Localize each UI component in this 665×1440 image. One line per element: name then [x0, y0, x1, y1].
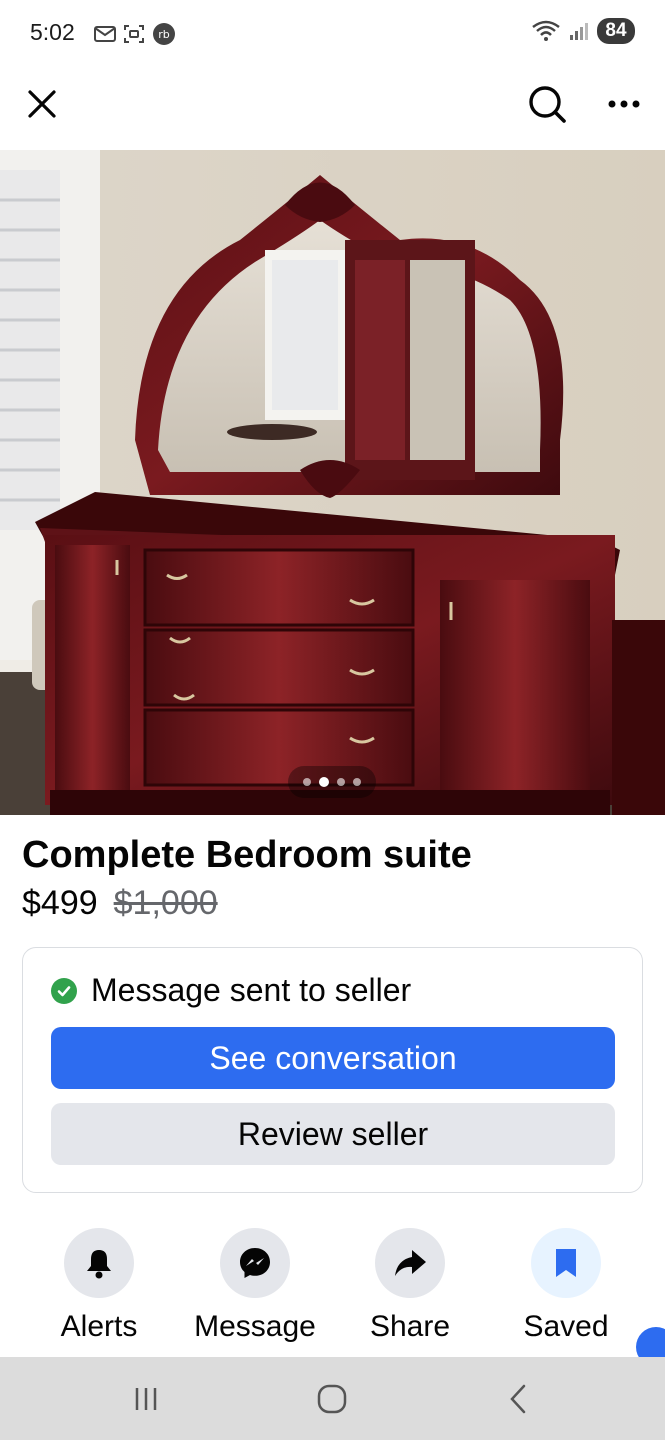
screenshot-icon: [124, 25, 144, 43]
svg-text:rb: rb: [158, 28, 170, 41]
share-icon: [395, 1250, 426, 1276]
home-icon: [317, 1384, 347, 1414]
photo-pagination[interactable]: [288, 766, 376, 798]
message-icon-button[interactable]: [220, 1228, 290, 1298]
share-label: Share: [369, 1310, 451, 1343]
status-notification-icons: rb: [94, 22, 176, 46]
price-row: $499 $1,000: [22, 884, 218, 923]
alerts-action[interactable]: Alerts: [29, 1228, 169, 1344]
search-icon: [529, 86, 566, 123]
signal-icon: [570, 23, 588, 40]
close-icon: [28, 90, 56, 118]
saved-action[interactable]: Saved: [496, 1228, 636, 1344]
back-button[interactable]: [488, 1377, 548, 1421]
more-options-button[interactable]: [600, 80, 648, 128]
listing-title: Complete Bedroom suite: [22, 834, 472, 876]
bell-icon: [87, 1250, 111, 1279]
recent-apps-icon: [135, 1388, 157, 1410]
review-seller-button[interactable]: Review seller: [51, 1103, 615, 1165]
listing-actions: Alerts Message Share Saved: [0, 1228, 665, 1356]
listing-photo[interactable]: [0, 150, 665, 815]
pagination-dot[interactable]: [303, 778, 311, 786]
wifi-icon: [532, 20, 560, 41]
original-price: $1,000: [113, 884, 218, 922]
see-conversation-button[interactable]: See conversation: [51, 1027, 615, 1089]
pagination-dot[interactable]: [353, 778, 361, 786]
close-button[interactable]: [18, 80, 66, 128]
back-icon: [510, 1384, 526, 1414]
app-badge-icon: rb: [153, 23, 175, 45]
alerts-label: Alerts: [60, 1310, 138, 1343]
check-circle-icon: [51, 977, 77, 1004]
share-action[interactable]: Share: [340, 1228, 480, 1344]
home-button[interactable]: [302, 1377, 362, 1421]
system-navigation-bar: [0, 1357, 665, 1440]
message-action[interactable]: Message: [185, 1228, 325, 1344]
status-bar: 5:02 rb 84: [0, 0, 665, 66]
current-price: $499: [22, 884, 98, 922]
message-sent-row: Message sent to seller: [51, 972, 411, 1009]
pagination-dot-active[interactable]: [319, 777, 329, 787]
search-button[interactable]: [523, 80, 571, 128]
bookmark-icon: [556, 1249, 576, 1277]
messenger-icon: [240, 1248, 270, 1278]
recent-apps-button[interactable]: [116, 1377, 176, 1421]
status-time: 5:02: [30, 19, 75, 45]
message-label: Message: [194, 1310, 316, 1343]
message-sent-text: Message sent to seller: [91, 972, 412, 1008]
message-status-card: Message sent to seller See conversation …: [22, 947, 643, 1193]
saved-icon-button[interactable]: [531, 1228, 601, 1298]
top-app-bar: [0, 66, 665, 150]
share-icon-button[interactable]: [375, 1228, 445, 1298]
status-system-icons: 84: [531, 18, 635, 44]
more-icon: [608, 100, 640, 108]
dresser-mirror-photo: [0, 150, 665, 815]
saved-label: Saved: [523, 1310, 609, 1343]
alerts-icon-button[interactable]: [64, 1228, 134, 1298]
pagination-dot[interactable]: [337, 778, 345, 786]
battery-indicator: 84: [597, 18, 635, 44]
mail-icon: [94, 26, 116, 42]
